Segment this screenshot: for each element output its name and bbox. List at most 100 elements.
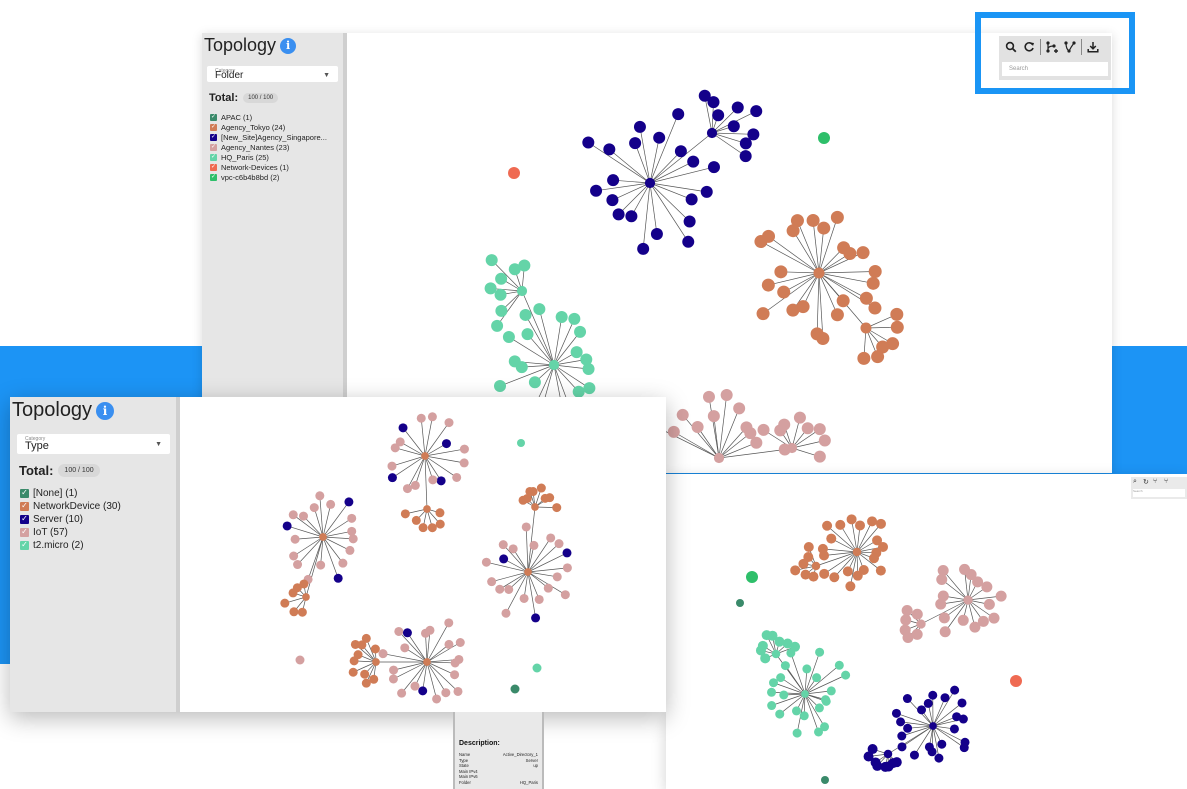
graph-node[interactable] [814,703,824,713]
graph-node[interactable] [453,686,463,696]
graph-node[interactable] [290,534,300,544]
graph-node[interactable] [750,105,763,118]
graph-node[interactable] [295,655,305,665]
graph-node[interactable] [750,436,763,449]
graph-node[interactable] [826,533,837,544]
graph-node[interactable] [846,514,857,525]
graph-node[interactable] [835,519,846,530]
graph-node[interactable] [778,418,791,431]
graph-node[interactable] [421,452,429,460]
graph-node[interactable] [510,684,520,694]
graph-node[interactable] [298,511,308,521]
graph-node[interactable] [685,193,698,206]
graph-node[interactable] [803,541,814,552]
graph-node[interactable] [435,508,445,518]
graph-node[interactable] [969,621,981,633]
graph-node[interactable] [344,497,354,507]
graph-node[interactable] [799,711,809,721]
graph-node[interactable] [360,669,370,679]
graph-node[interactable] [928,690,938,700]
graph-node[interactable] [702,390,715,403]
graph-node[interactable] [958,714,968,724]
graph-node[interactable] [779,690,789,700]
graph-node[interactable] [282,521,292,531]
graph-node[interactable] [297,607,307,617]
graph-node[interactable] [756,307,770,321]
graph-node[interactable] [521,522,531,532]
graph-node[interactable] [444,418,454,428]
graph-node[interactable] [498,540,508,550]
graph-node[interactable] [397,688,407,698]
graph-node[interactable] [813,267,825,279]
graph-node[interactable] [939,626,951,638]
graph-node[interactable] [706,127,718,139]
graph-node[interactable] [425,625,435,635]
graph-node[interactable] [691,420,704,433]
graph-node[interactable] [427,523,437,533]
graph-node[interactable] [790,565,801,576]
graph-node[interactable] [524,568,532,576]
graph-node[interactable] [533,303,546,316]
graph-node[interactable] [815,647,825,657]
topology-graph[interactable] [666,474,1187,789]
graph-node[interactable] [607,174,620,187]
edge-icon[interactable]: ⑂ [1164,478,1168,485]
graph-node[interactable] [402,484,412,494]
graph-node[interactable] [950,685,960,695]
graph-node[interactable] [842,566,853,577]
graph-node[interactable] [667,425,680,438]
graph-node[interactable] [388,674,398,684]
graph-node[interactable] [736,599,744,607]
graph-node[interactable] [819,568,830,579]
graph-node[interactable] [852,570,863,581]
graph-node[interactable] [801,422,814,435]
graph-node[interactable] [757,640,768,651]
graph-node[interactable] [959,743,969,753]
graph-node[interactable] [309,503,319,513]
graph-node[interactable] [855,520,866,531]
graph-node[interactable] [821,696,831,706]
graph-node[interactable] [929,722,937,730]
graph-node[interactable] [348,534,358,544]
graph-node[interactable] [338,558,348,568]
graph-node[interactable] [280,598,290,608]
graph-node[interactable] [829,572,840,583]
graph-node[interactable] [901,604,913,616]
graph-node[interactable] [612,208,625,221]
graph-node[interactable] [410,681,420,691]
graph-node[interactable] [333,573,343,583]
graph-node[interactable] [531,613,541,623]
graph-node[interactable] [856,246,870,260]
graph-node[interactable] [934,753,944,763]
graph-node[interactable] [411,515,421,525]
graph-node[interactable] [501,608,511,618]
graph-node[interactable] [568,312,581,325]
graph-node[interactable] [897,731,907,741]
graph-node[interactable] [494,380,507,393]
graph-node[interactable] [791,706,801,716]
graph-node[interactable] [818,132,830,144]
graph-node[interactable] [683,215,696,228]
graph-node[interactable] [400,643,410,653]
graph-node[interactable] [518,259,531,272]
graph-node[interactable] [302,593,310,601]
graph-node[interactable] [957,698,967,708]
graph-node[interactable] [814,727,824,737]
graph-node[interactable] [491,319,504,332]
graph-node[interactable] [554,539,564,549]
graph-node[interactable] [923,698,933,708]
graph-node[interactable] [682,235,695,248]
graph-node[interactable] [867,744,878,755]
graph-node[interactable] [528,376,541,389]
graph-node[interactable] [378,649,388,659]
graph-node[interactable] [580,353,593,366]
graph-node[interactable] [687,155,700,168]
graph-node[interactable] [878,541,889,552]
mini-search-input[interactable]: Search [1133,489,1185,497]
graph-node[interactable] [326,499,336,509]
graph-node[interactable] [800,569,811,580]
graph-node[interactable] [545,493,555,503]
graph-node[interactable] [896,717,906,727]
graph-node[interactable] [293,560,303,570]
graph-node[interactable] [897,742,907,752]
